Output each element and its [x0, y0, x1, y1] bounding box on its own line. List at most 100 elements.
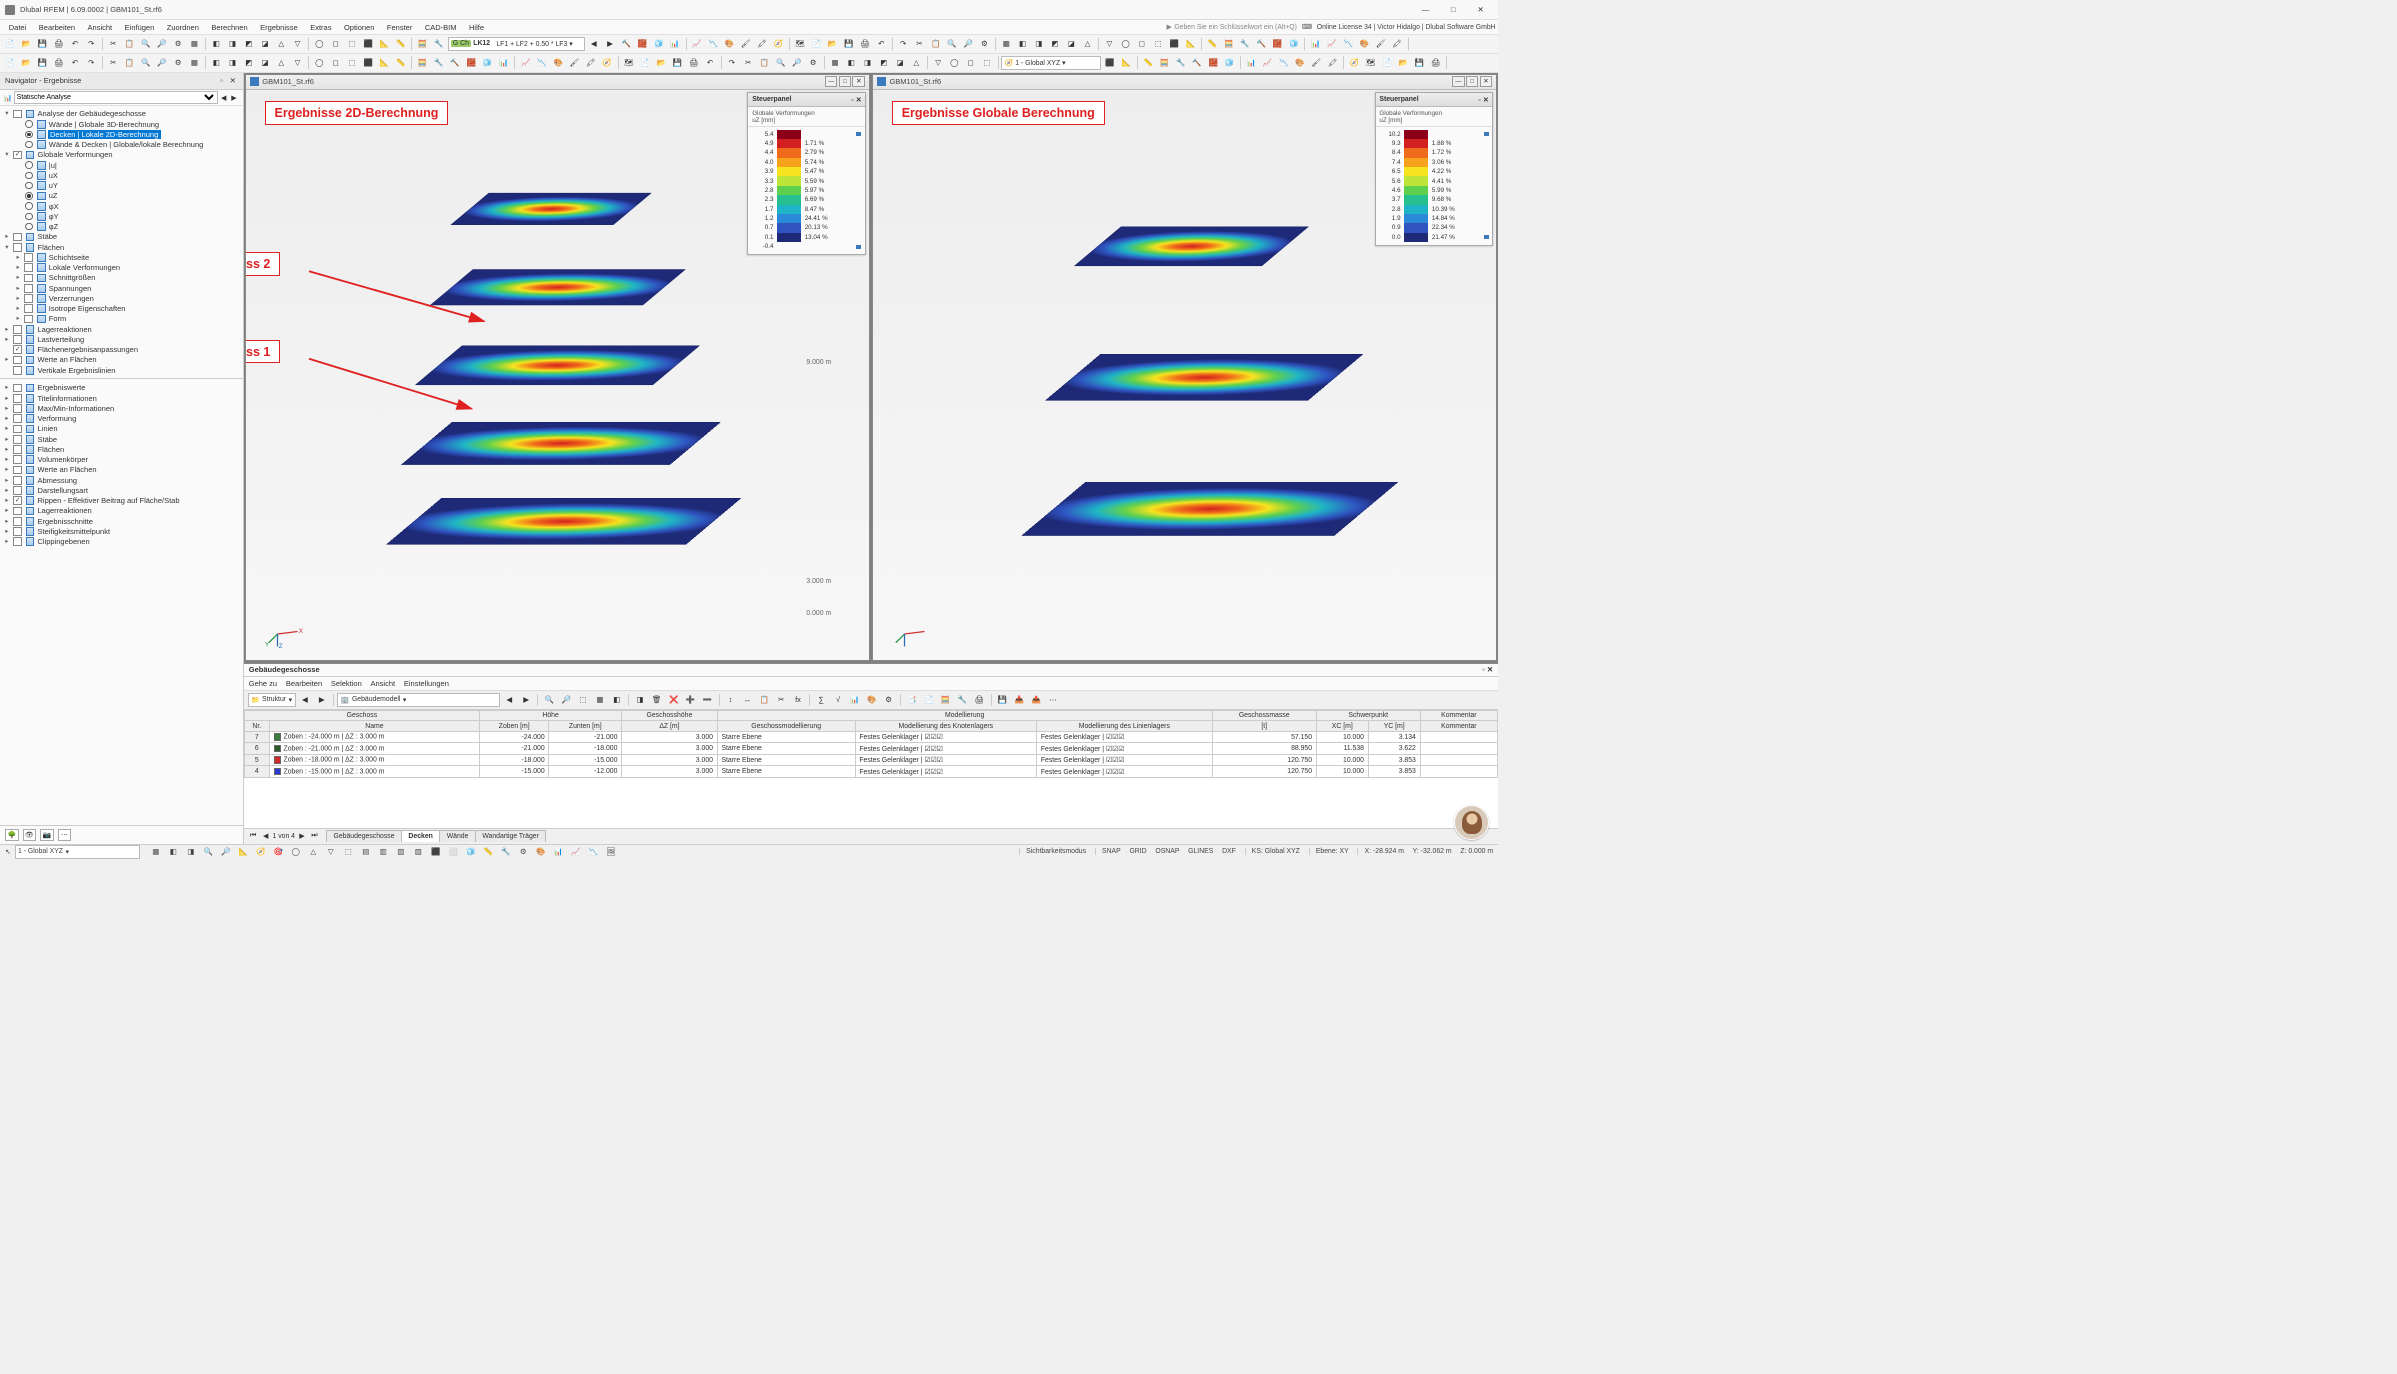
toolbar-button-tb2-7[interactable]: 📋 [122, 55, 137, 70]
toolbar-button-tb1-0[interactable]: 📄 [3, 36, 18, 51]
table-toolbar-button-11[interactable]: ↔ [740, 692, 755, 707]
tab-gebaeudegeschosse[interactable]: Gebäudegeschosse [326, 830, 402, 842]
toolbar-button-tb2-42[interactable]: ↷ [724, 55, 739, 70]
view-max-icon[interactable]: □ [1466, 76, 1479, 87]
status-icon-24[interactable]: 📈 [568, 844, 583, 859]
table-toolbar-button-21[interactable]: 📄 [921, 692, 936, 707]
toolbar-button-tb2-18[interactable]: ◯ [312, 55, 327, 70]
toolbar-button-tb2-44[interactable]: 📋 [757, 55, 772, 70]
toolbar-button-tb2-43[interactable]: ✂ [741, 55, 756, 70]
toolbar-button-tb1-34[interactable]: 🖍 [754, 36, 769, 51]
toolbar-button-tb2-2[interactable]: 💾 [35, 55, 50, 70]
status-icon-6[interactable]: 🧭 [253, 844, 268, 859]
status-icon-20[interactable]: 🔧 [498, 844, 513, 859]
menu-extras[interactable]: Extras [304, 20, 338, 34]
table-toolbar-button-26[interactable]: 📥 [1012, 692, 1027, 707]
table-toolbar-button-9[interactable]: ➖ [700, 692, 715, 707]
toolbar-button-tb2-59[interactable]: 📐 [1119, 55, 1134, 70]
tree-item-waende-decken[interactable]: Wände & Decken | Globale/lokale Berechnu… [48, 140, 204, 149]
page-next-icon[interactable]: ▶ [296, 832, 307, 840]
toolbar-button-tb1-3[interactable]: 🖨 [51, 36, 66, 51]
toolbar-button-tb1-17[interactable]: ▽ [290, 36, 305, 51]
display-item-9[interactable]: Abmessung [36, 476, 77, 485]
tab-decken[interactable]: Decken [401, 830, 440, 842]
toolbar-button-tb2-71[interactable]: 🖍 [1325, 55, 1340, 70]
toolbar-button-tb1-24[interactable]: 🧮 [415, 36, 430, 51]
tmenu-selektion[interactable]: Selektion [331, 679, 362, 688]
toolbar-button-tb1-7[interactable]: 📋 [122, 36, 137, 51]
status-icon-22[interactable]: 🎨 [533, 844, 548, 859]
tree-flaechen[interactable]: Flächen [36, 243, 64, 252]
toolbar-button-tb1-70[interactable]: 🖌 [1373, 36, 1388, 51]
table-toolbar-button-4[interactable]: ◧ [609, 692, 624, 707]
toolbar-button-tb1-60[interactable]: 📏 [1205, 36, 1220, 51]
toolbar-button-tb2-1[interactable]: 📂 [19, 55, 34, 70]
nav-tab-camera-icon[interactable]: 📷 [40, 829, 54, 842]
toolbar-button-tb2-19[interactable]: ◻ [328, 55, 343, 70]
display-item-15[interactable]: Clippingebenen [36, 537, 89, 546]
menu-zuordnen[interactable]: Zuordnen [161, 20, 206, 34]
tree-u-abs[interactable]: |u| [48, 161, 57, 170]
toolbar-button-tb2-4[interactable]: ↶ [68, 55, 83, 70]
toolbar-button-tb1-6[interactable]: ✂ [106, 36, 121, 51]
display-item-11[interactable]: Rippen - Effektiver Beitrag auf Fläche/S… [36, 496, 179, 505]
toolbar-button-tb1-10[interactable]: ⚙ [171, 36, 186, 51]
toolbar-button-tb2-22[interactable]: 📐 [377, 55, 392, 70]
toolbar-button-tb2-64[interactable]: 🧱 [1206, 55, 1221, 70]
status-cs-combo[interactable]: 1 - Global XYZ ▾ [15, 845, 140, 859]
toolbar-button-tb2-0[interactable]: 📄 [3, 55, 18, 70]
tree-phix[interactable]: φX [48, 202, 59, 211]
toolbar-button-tb1-2[interactable]: 💾 [35, 36, 50, 51]
steuer-pin-icon[interactable]: ▫ [851, 97, 853, 104]
load-prev-icon[interactable]: ◀ [586, 36, 601, 51]
table-toolbar-button-13[interactable]: ✂ [774, 692, 789, 707]
toolbar-button-tb1-54[interactable]: ▽ [1102, 36, 1117, 51]
toolbar-button-tb2-55[interactable]: ◯ [947, 55, 962, 70]
menu-berechnen[interactable]: Berechnen [205, 20, 254, 34]
toolbar-button-tb2-40[interactable]: 🖨 [686, 55, 701, 70]
toolbar-button-tb1-32[interactable]: 🎨 [722, 36, 737, 51]
menu-hilfe[interactable]: Hilfe [463, 20, 491, 34]
tree-globale-verformungen[interactable]: Globale Verformungen [36, 150, 112, 159]
toolbar-button-tb1-31[interactable]: 📉 [706, 36, 721, 51]
toolbar-button-tb2-13[interactable]: ◨ [225, 55, 240, 70]
display-item-8[interactable]: Werte an Flächen [36, 465, 96, 474]
toolbar-button-tb1-58[interactable]: ⬛ [1167, 36, 1182, 51]
toolbar-button-tb2-50[interactable]: ◨ [860, 55, 875, 70]
tree-schichtseite[interactable]: Schichtseite [48, 253, 90, 262]
toolbar-button-tb1-53[interactable]: △ [1080, 36, 1095, 51]
toolbar-button-tb1-61[interactable]: 🧮 [1221, 36, 1236, 51]
steuer-pin-icon[interactable]: ▫ [1479, 97, 1481, 104]
toolbar-button-tb2-9[interactable]: 🔎 [154, 55, 169, 70]
ttb-prev-icon[interactable]: ◀ [297, 692, 312, 707]
toolbar-button-tb2-35[interactable]: 🧭 [599, 55, 614, 70]
toolbar-button-tb2-14[interactable]: ◩ [241, 55, 256, 70]
steuer-close-icon[interactable]: ✕ [856, 97, 862, 104]
table-toolbar-button-3[interactable]: ▦ [592, 692, 607, 707]
display-item-5[interactable]: Stäbe [36, 435, 57, 444]
nav-tab-tree-icon[interactable]: 🌳 [5, 829, 19, 842]
tree-item-waende-3d[interactable]: Wände | Globale 3D-Berechnung [48, 120, 160, 129]
toolbar-button-tb2-48[interactable]: ▦ [828, 55, 843, 70]
toolbar-button-tb2-67[interactable]: 📈 [1260, 55, 1275, 70]
toolbar-button-tb2-45[interactable]: 🔍 [773, 55, 788, 70]
toolbar-button-tb2-34[interactable]: 🖍 [583, 55, 598, 70]
toolbar-button-tb1-4[interactable]: ↶ [68, 36, 83, 51]
load-next-icon[interactable]: ▶ [603, 36, 618, 51]
menu-bearbeiten[interactable]: Bearbeiten [33, 20, 82, 34]
table-toolbar-button-17[interactable]: 📊 [847, 692, 862, 707]
table-toolbar-button-19[interactable]: ⚙ [881, 692, 896, 707]
table-toolbar-button-1[interactable]: 🔎 [559, 692, 574, 707]
toolbar-button-tb2-3[interactable]: 🖨 [51, 55, 66, 70]
tree-vertikale[interactable]: Vertikale Ergebnislinien [36, 366, 115, 375]
view-min-icon[interactable]: — [825, 76, 838, 87]
page-last-icon[interactable]: ⏭ [309, 832, 320, 840]
toolbar-button-tb2-11[interactable]: ▦ [187, 55, 202, 70]
toolbar-button-tb2-6[interactable]: ✂ [106, 55, 121, 70]
toolbar-button-tb1-69[interactable]: 🎨 [1357, 36, 1372, 51]
status-icon-7[interactable]: 🎯 [271, 844, 286, 859]
toolbar-button-tb1-71[interactable]: 🖍 [1389, 36, 1404, 51]
display-item-2[interactable]: Max/Min-Informationen [36, 404, 114, 413]
tree-schnittgroessen[interactable]: Schnittgrößen [48, 273, 96, 282]
view-min-icon[interactable]: — [1452, 76, 1465, 87]
